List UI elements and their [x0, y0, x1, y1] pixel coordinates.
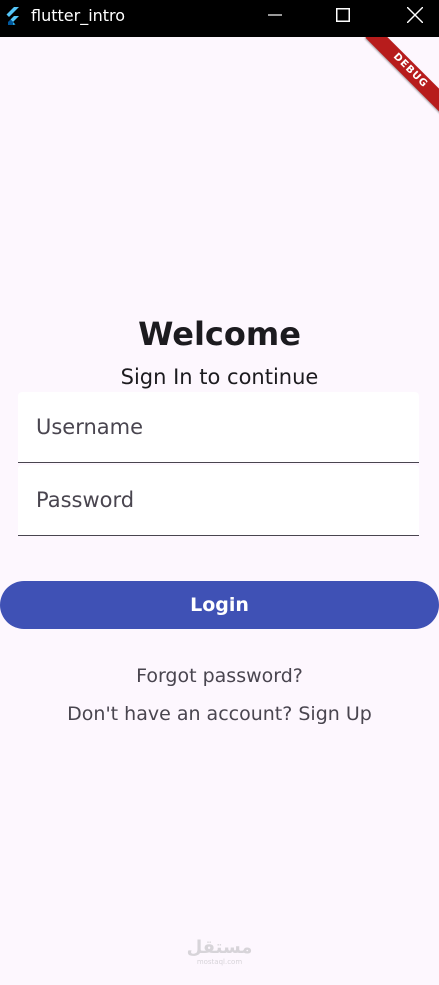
close-button[interactable]: [392, 0, 438, 30]
debug-banner: DEBUG: [359, 37, 439, 117]
debug-banner-label: DEBUG: [365, 37, 439, 116]
forgot-password-link[interactable]: Forgot password?: [0, 663, 439, 689]
username-input[interactable]: [18, 392, 419, 462]
maximize-button[interactable]: [320, 0, 366, 30]
minimize-icon: [268, 14, 282, 16]
flutter-logo-icon: [3, 6, 23, 26]
sign-in-subtitle: Sign In to continue: [120, 365, 319, 389]
watermark-arabic-text: مستقل: [186, 937, 253, 958]
welcome-heading: Welcome: [138, 315, 301, 353]
login-button[interactable]: Login: [0, 581, 439, 629]
mostaql-watermark: مستقل mostaql.com: [0, 938, 439, 967]
maximize-icon: [336, 8, 350, 22]
sign-up-link[interactable]: Don't have an account? Sign Up: [0, 701, 439, 727]
password-input[interactable]: [18, 465, 419, 535]
password-field[interactable]: [18, 465, 419, 536]
close-icon: [407, 7, 423, 23]
watermark-latin-text: mostaql.com: [196, 958, 243, 966]
window-titlebar: flutter_intro: [0, 0, 439, 37]
minimize-button[interactable]: [252, 0, 298, 30]
window-title: flutter_intro: [31, 6, 126, 25]
username-field[interactable]: [18, 392, 419, 463]
